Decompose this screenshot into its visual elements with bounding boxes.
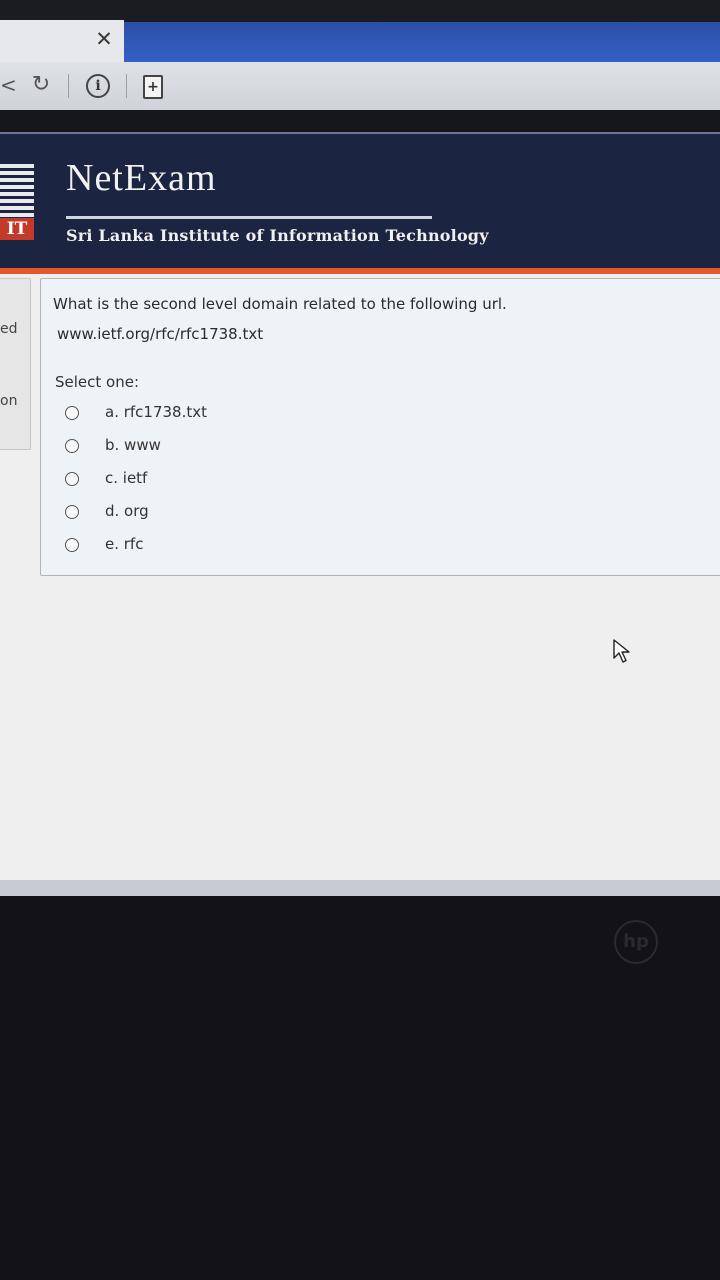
site-info-icon[interactable]: i — [86, 74, 110, 98]
site-header: IT NetExam Sri Lanka Institute of Inform… — [0, 132, 720, 272]
screen-bottom-edge — [0, 880, 720, 896]
browser-toolbar: < ↻ i + — [0, 62, 720, 110]
quiz-navigation-panel: ed on — [0, 278, 31, 450]
add-page-icon[interactable]: + — [143, 75, 163, 99]
option-label[interactable]: c. ietf — [105, 469, 147, 487]
radio-button[interactable] — [65, 538, 79, 552]
toolbar-separator — [126, 74, 127, 98]
option-label[interactable]: d. org — [105, 502, 149, 520]
laptop-bezel — [0, 896, 720, 1280]
radio-button[interactable] — [65, 439, 79, 453]
question-url: www.ietf.org/rfc/rfc1738.txt — [57, 325, 264, 343]
option-label[interactable]: e. rfc — [105, 535, 143, 553]
option-label[interactable]: b. www — [105, 436, 161, 454]
hp-logo: hp — [614, 920, 658, 964]
page-content: ed on What is the second level domain re… — [0, 274, 720, 884]
toolbar-separator — [68, 74, 69, 98]
site-title[interactable]: NetExam — [66, 156, 217, 200]
question-text: What is the second level domain related … — [53, 295, 507, 313]
question-card: What is the second level domain related … — [40, 278, 720, 576]
title-underline — [66, 216, 432, 219]
close-icon[interactable]: ✕ — [94, 27, 114, 51]
sliit-logo[interactable]: IT — [0, 164, 34, 240]
browser-bottom-edge — [0, 110, 720, 132]
back-icon[interactable]: < — [0, 72, 17, 98]
radio-button[interactable] — [65, 472, 79, 486]
institute-name: Sri Lanka Institute of Information Techn… — [66, 226, 489, 245]
reload-icon[interactable]: ↻ — [28, 72, 54, 98]
select-one-label: Select one: — [55, 373, 140, 391]
nav-item-question[interactable]: on — [0, 393, 17, 409]
logo-text: IT — [0, 218, 34, 240]
radio-button[interactable] — [65, 505, 79, 519]
radio-button[interactable] — [65, 406, 79, 420]
nav-item-status: ed — [0, 321, 18, 337]
mouse-cursor-icon — [613, 639, 630, 663]
browser-tab-strip: ✕ — [0, 0, 720, 62]
option-label[interactable]: a. rfc1738.txt — [105, 403, 207, 421]
